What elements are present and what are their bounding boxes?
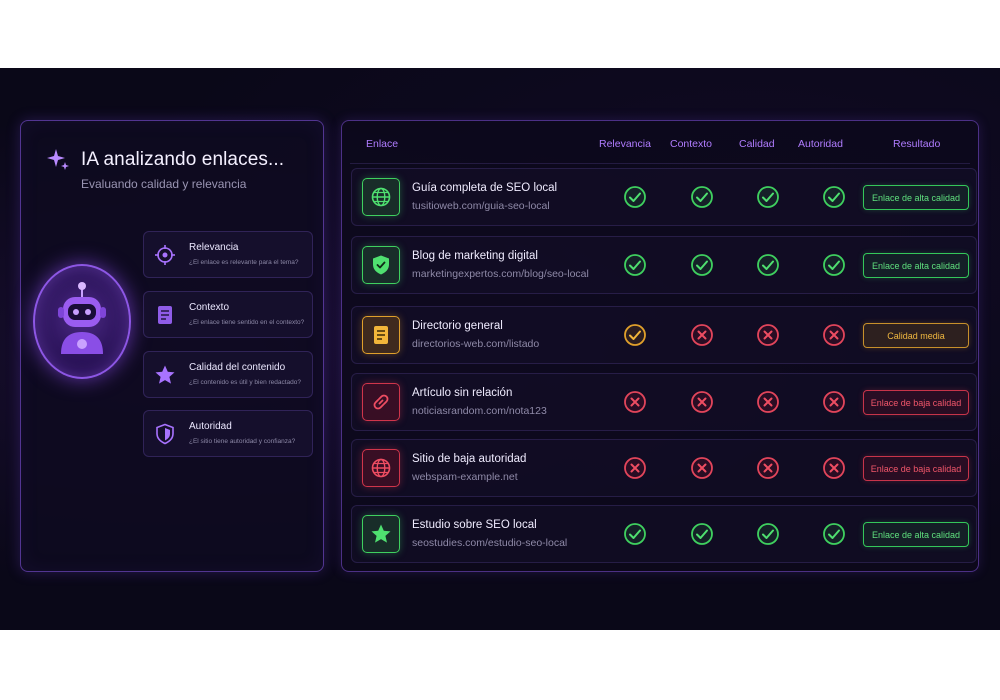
link-url[interactable]: webspam-example.net <box>412 471 518 483</box>
check-circle-icon <box>756 253 780 277</box>
criteria-title: Autoridad <box>189 421 232 432</box>
criteria-context: Contexto ¿El enlace tiene sentido en el … <box>143 291 313 338</box>
x-circle-icon <box>822 323 846 347</box>
check-circle-icon <box>756 185 780 209</box>
result-badge: Enlace de baja calidad <box>863 456 969 481</box>
link-title: Sitio de baja autoridad <box>412 453 527 465</box>
header-divider <box>350 163 970 164</box>
x-circle-icon <box>623 456 647 480</box>
panel-title: IA analizando enlaces... <box>81 149 285 170</box>
check-circle-icon <box>756 522 780 546</box>
criteria-content-quality: Calidad del contenido ¿El contenido es ú… <box>143 351 313 398</box>
globe-icon <box>362 178 400 216</box>
result-badge: Calidad media <box>863 323 969 348</box>
x-circle-icon <box>822 390 846 414</box>
document-icon <box>158 306 172 324</box>
result-badge: Enlace de baja calidad <box>863 390 969 415</box>
column-header-quality: Calidad <box>739 138 775 150</box>
column-header-context: Contexto <box>670 138 713 150</box>
table-row[interactable]: Directorio general directorios-web.com/li… <box>351 306 977 364</box>
x-circle-icon <box>690 390 714 414</box>
shield-icon <box>362 246 400 284</box>
link-title: Artículo sin relación <box>412 387 513 399</box>
check-circle-icon <box>690 185 714 209</box>
criteria-title: Relevancia <box>189 242 239 253</box>
link-url[interactable]: noticiasrandom.com/nota123 <box>412 405 547 417</box>
x-circle-icon <box>690 456 714 480</box>
criteria-question: ¿El sitio tiene autoridad y confianza? <box>189 438 296 445</box>
link-url[interactable]: seostudies.com/estudio-seo-local <box>412 537 567 549</box>
result-badge: Enlace de alta calidad <box>863 185 969 210</box>
ai-analysis-panel: IA analizando enlaces... Evaluando calid… <box>20 120 324 572</box>
link-title: Directorio general <box>412 320 503 332</box>
criteria-question: ¿El enlace es relevante para el tema? <box>189 259 299 266</box>
check-circle-icon <box>623 323 647 347</box>
check-circle-icon <box>690 522 714 546</box>
sparkle-icon <box>47 149 69 170</box>
result-badge: Enlace de alta calidad <box>863 522 969 547</box>
table-row[interactable]: Guía completa de SEO local tusitioweb.com… <box>351 168 977 226</box>
check-circle-icon <box>822 522 846 546</box>
document-icon <box>362 316 400 354</box>
table-row[interactable]: Sitio de baja autoridad webspam-example.n… <box>351 439 977 497</box>
x-circle-icon <box>690 323 714 347</box>
panel-subtitle: Evaluando calidad y relevancia <box>81 177 247 191</box>
criteria-question: ¿El enlace tiene sentido en el contexto? <box>189 319 305 326</box>
table-row[interactable]: Artículo sin relación noticiasrandom.com/… <box>351 373 977 431</box>
check-circle-icon <box>690 253 714 277</box>
column-header-relevance: Relevancia <box>599 138 651 150</box>
link-title: Estudio sobre SEO local <box>412 519 537 531</box>
criteria-relevance: Relevancia ¿El enlace es relevante para … <box>143 231 313 278</box>
table-row[interactable]: Blog de marketing digital marketingexpert… <box>351 236 977 294</box>
column-header-result: Resultado <box>893 138 941 150</box>
x-circle-icon <box>756 456 780 480</box>
link-icon <box>362 383 400 421</box>
column-header-link: Enlace <box>366 138 399 150</box>
criteria-title: Contexto <box>189 302 230 313</box>
link-url[interactable]: tusitioweb.com/guia-seo-local <box>412 200 550 212</box>
dashboard-stage: IA analizando enlaces... Evaluando calid… <box>0 68 1000 630</box>
check-circle-icon <box>623 185 647 209</box>
x-circle-icon <box>756 323 780 347</box>
criteria-question: ¿El contenido es útil y bien redactado? <box>189 379 302 386</box>
target-icon <box>155 245 175 265</box>
shield-icon <box>156 423 174 445</box>
check-circle-icon <box>623 253 647 277</box>
check-circle-icon <box>822 253 846 277</box>
link-title: Blog de marketing digital <box>412 250 538 262</box>
x-circle-icon <box>756 390 780 414</box>
result-badge: Enlace de alta calidad <box>863 253 969 278</box>
check-circle-icon <box>822 185 846 209</box>
link-results-table: Enlace Relevancia Contexto Calidad Autor… <box>341 120 979 572</box>
star-icon <box>362 515 400 553</box>
criteria-authority: Autoridad ¿El sitio tiene autoridad y co… <box>143 410 313 457</box>
link-url[interactable]: directorios-web.com/listado <box>412 338 539 350</box>
robot-icon <box>58 282 106 354</box>
globe-icon <box>362 449 400 487</box>
link-url[interactable]: marketingexpertos.com/blog/seo-local <box>412 268 589 280</box>
column-header-authority: Autoridad <box>798 138 843 150</box>
criteria-title: Calidad del contenido <box>189 362 286 373</box>
x-circle-icon <box>623 390 647 414</box>
link-title: Guía completa de SEO local <box>412 182 558 194</box>
robot-avatar <box>33 264 131 379</box>
x-circle-icon <box>822 456 846 480</box>
table-row[interactable]: Estudio sobre SEO local seostudies.com/es… <box>351 505 977 563</box>
star-icon <box>155 365 175 384</box>
check-circle-icon <box>623 522 647 546</box>
